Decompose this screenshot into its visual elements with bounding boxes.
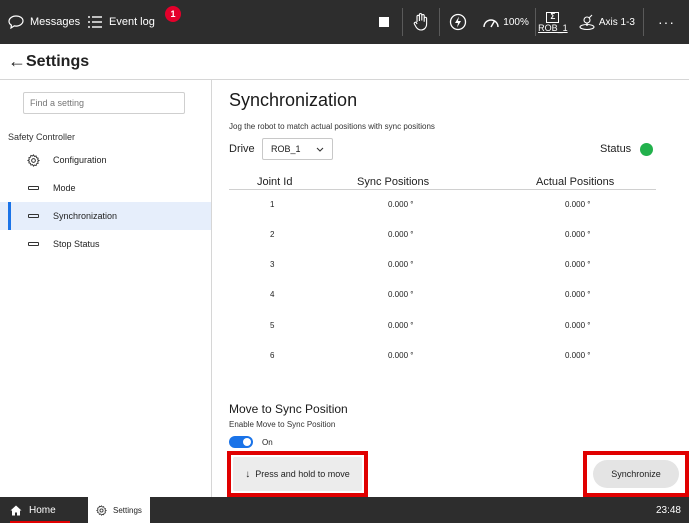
settings-tab-label: Settings (113, 505, 142, 515)
search-input[interactable] (23, 92, 185, 114)
table-header: Joint Id Sync Positions Actual Positions (229, 176, 656, 190)
sidebar-item-synchronization[interactable]: Synchronization (0, 202, 211, 230)
sidebar-item-mode[interactable]: Mode (0, 174, 211, 202)
back-arrow-icon[interactable]: ← (0, 51, 26, 72)
column-header: Sync Positions (357, 176, 430, 188)
clock: 23:48 (655, 504, 681, 516)
sidebar-item-label: Mode (53, 183, 76, 193)
robot-selector[interactable]: Σ ROB_1 (536, 0, 570, 44)
joint-id: 5 (270, 321, 275, 330)
sync-position: 0.000 ° (388, 200, 414, 209)
drive-label: Drive (229, 143, 255, 155)
table-row: 1 0.000 ° 0.000 ° (229, 200, 656, 230)
actual-position: 0.000 ° (565, 351, 591, 360)
actual-position: 0.000 ° (565, 321, 591, 330)
joint-id: 2 (270, 230, 275, 239)
page-title: Settings (26, 52, 90, 70)
table-row: 4 0.000 ° 0.000 ° (229, 290, 656, 320)
stop-square-icon (379, 17, 390, 27)
status-label: Status (600, 143, 632, 155)
move-to-sync-toggle[interactable] (229, 436, 253, 448)
rectangle-icon (23, 242, 43, 246)
sync-position: 0.000 ° (388, 351, 414, 360)
press-and-hold-highlight: ↓ Press and hold to move (227, 451, 368, 497)
robot-label: ROB_1 (538, 22, 568, 33)
joint-id: 6 (270, 351, 275, 360)
event-log-button[interactable]: Event log 1 (87, 0, 187, 44)
hand-control-button[interactable] (403, 0, 439, 44)
settings-sidebar: Safety Controller Configuration Mode Syn… (0, 80, 212, 497)
sync-position: 0.000 ° (388, 260, 414, 269)
arrow-down-icon: ↓ (245, 468, 251, 480)
panel-subtitle: Jog the robot to match actual positions … (229, 122, 435, 131)
column-header: Actual Positions (536, 176, 615, 188)
actual-position: 0.000 ° (565, 200, 591, 209)
drive-value: ROB_1 (271, 144, 301, 154)
home-button[interactable]: Home (0, 497, 80, 523)
sidebar-item-configuration[interactable]: Configuration (0, 146, 211, 174)
section-label: Safety Controller (8, 132, 76, 142)
joint-id: 1 (270, 200, 275, 209)
speedometer-icon (482, 15, 500, 29)
panel-title: Synchronization (229, 90, 358, 110)
top-bar: Messages Event log 1 100% Σ ROB_1 Axis 1… (0, 0, 689, 44)
table-row: 2 0.000 ° 0.000 ° (229, 230, 656, 260)
sidebar-item-stop-status[interactable]: Stop Status (0, 230, 211, 258)
toggle-label: On (262, 438, 273, 447)
more-dots-icon: ··· (658, 14, 675, 30)
synchronize-label: Synchronize (611, 469, 661, 479)
bottom-bar: Home Settings 23:48 (0, 497, 689, 523)
title-bar: ← Settings (0, 44, 689, 80)
synchronize-highlight: Synchronize (583, 451, 689, 497)
joint-id: 4 (270, 290, 275, 299)
gear-icon (96, 504, 107, 516)
chevron-down-icon (316, 147, 324, 152)
drive-select[interactable]: ROB_1 (262, 138, 333, 160)
speed-value: 100% (503, 16, 529, 28)
lightning-circle-icon (449, 13, 467, 31)
sidebar-item-label: Synchronization (53, 211, 118, 221)
synchronize-button[interactable]: Synchronize (593, 460, 679, 488)
move-section-subtitle: Enable Move to Sync Position (229, 420, 336, 429)
motors-on-button[interactable] (440, 0, 476, 44)
sync-position: 0.000 ° (388, 290, 414, 299)
speed-button[interactable]: 100% (476, 0, 535, 44)
table-row: 5 0.000 ° 0.000 ° (229, 321, 656, 351)
press-and-hold-button[interactable]: ↓ Press and hold to move (233, 457, 362, 491)
synchronization-panel: Synchronization Jog the robot to match a… (213, 80, 689, 497)
actual-position: 0.000 ° (565, 230, 591, 239)
actual-position: 0.000 ° (565, 260, 591, 269)
sync-position: 0.000 ° (388, 230, 414, 239)
list-icon (87, 15, 103, 29)
status-indicator-icon (640, 143, 653, 156)
gear-icon (23, 153, 43, 167)
more-menu-button[interactable]: ··· (644, 0, 689, 44)
messages-label: Messages (30, 16, 81, 28)
move-section-title: Move to Sync Position (229, 402, 348, 416)
joint-id: 3 (270, 260, 275, 269)
event-log-badge: 1 (165, 6, 181, 22)
robot-box-icon: Σ (546, 11, 560, 23)
axis-selector[interactable]: Axis 1-3 (570, 0, 643, 44)
table-row: 3 0.000 ° 0.000 ° (229, 260, 656, 290)
rectangle-icon (23, 214, 43, 218)
sync-position: 0.000 ° (388, 321, 414, 330)
press-and-hold-label: Press and hold to move (255, 469, 350, 479)
stop-button[interactable] (366, 0, 402, 44)
column-header: Joint Id (257, 176, 293, 188)
table-row: 6 0.000 ° 0.000 ° (229, 351, 656, 381)
settings-tab[interactable]: Settings (88, 497, 150, 523)
hand-icon (412, 12, 430, 32)
actual-position: 0.000 ° (565, 290, 591, 299)
sidebar-item-label: Stop Status (53, 239, 100, 249)
chat-bubble-icon (8, 15, 24, 29)
sidebar-item-label: Configuration (53, 155, 107, 165)
messages-button[interactable]: Messages (0, 0, 87, 44)
event-log-label: Event log (109, 16, 155, 28)
axis-label: Axis 1-3 (598, 16, 635, 28)
home-icon (10, 505, 22, 516)
rectangle-icon (23, 186, 43, 190)
robot-arm-icon (578, 13, 596, 31)
home-label: Home (29, 504, 56, 516)
